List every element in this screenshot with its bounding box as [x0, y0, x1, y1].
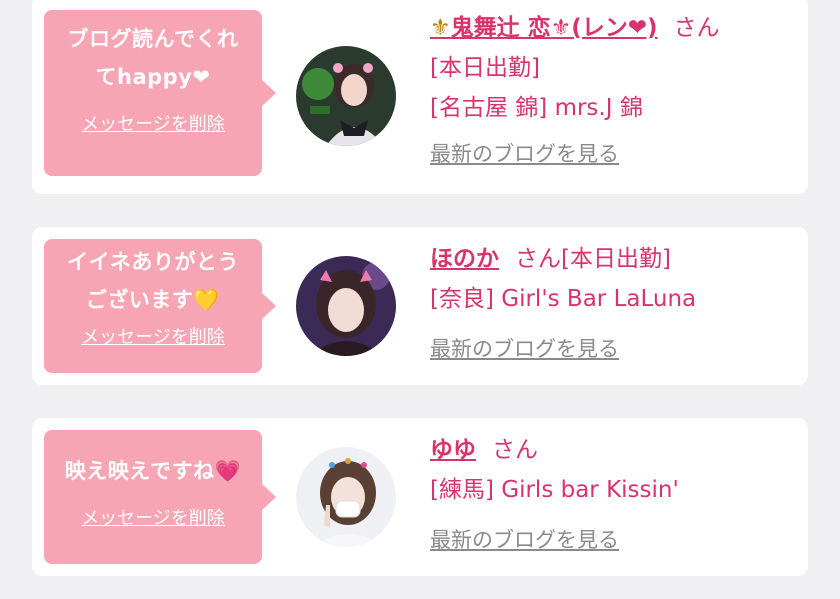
message-bubble: ブログ読んでくれ てhappy❤ メッセージを削除 [44, 10, 276, 176]
avatar[interactable] [296, 256, 396, 356]
work-status: [本日出勤] [430, 55, 540, 81]
latest-blog-link[interactable]: 最新のブログを見る [430, 138, 800, 168]
cast-name-link[interactable]: ゆゆ [430, 437, 476, 463]
work-status: [本日出勤] [561, 246, 671, 272]
avatar[interactable] [296, 447, 396, 547]
message-bubble: イイネありがとう ございます💛 メッセージを削除 [44, 239, 276, 373]
avatar-photo [296, 256, 396, 356]
honorific: さん [492, 437, 538, 463]
message-text: ブログ読んでくれ てhappy❤ [67, 27, 239, 89]
message-card: イイネありがとう ございます💛 メッセージを削除 ほのか さん[本日出勤] [奈良… [32, 227, 808, 385]
cast-info: ⚜鬼舞辻 恋⚜(レン❤) さん [本日出勤] [名古屋 錦] mrs.J 錦 最新… [430, 8, 800, 168]
message-card: 映え映えですね💗 メッセージを削除 ゆゆ さん [練馬] Girls bar Ki… [32, 418, 808, 576]
shop-name: [奈良] Girl's Bar LaLuna [430, 286, 697, 312]
delete-message-link[interactable]: メッセージを削除 [44, 504, 262, 530]
shop-name: [練馬] Girls bar Kissin' [430, 477, 679, 503]
avatar-photo [296, 447, 396, 547]
cast-info: ほのか さん[本日出勤] [奈良] Girl's Bar LaLuna 最新のブロ… [430, 239, 800, 363]
message-card: ブログ読んでくれ てhappy❤ メッセージを削除 ⚜鬼舞辻 恋⚜(レン❤) さん… [32, 0, 808, 194]
cast-name-link[interactable]: ⚜鬼舞辻 恋⚜(レン❤) [430, 15, 658, 41]
latest-blog-link[interactable]: 最新のブログを見る [430, 333, 800, 363]
avatar[interactable] [296, 46, 396, 146]
honorific: さん [515, 246, 561, 272]
cast-info: ゆゆ さん [練馬] Girls bar Kissin' 最新のブログを見る [430, 430, 800, 554]
message-text: 映え映えですね💗 [64, 459, 242, 483]
honorific: さん [673, 15, 720, 41]
delete-message-link[interactable]: メッセージを削除 [44, 323, 262, 349]
message-bubble: 映え映えですね💗 メッセージを削除 [44, 430, 276, 564]
message-text: イイネありがとう ございます💛 [67, 250, 239, 312]
cast-name-link[interactable]: ほのか [430, 246, 499, 272]
cast-name-line: ほのか さん[本日出勤] [430, 239, 800, 279]
latest-blog-link[interactable]: 最新のブログを見る [430, 524, 800, 554]
shop-name: [名古屋 錦] mrs.J 錦 [430, 95, 643, 121]
delete-message-link[interactable]: メッセージを削除 [44, 110, 262, 136]
cast-name-line: ゆゆ さん [430, 430, 800, 470]
cast-name-line: ⚜鬼舞辻 恋⚜(レン❤) さん [430, 8, 800, 48]
avatar-photo [296, 46, 396, 146]
